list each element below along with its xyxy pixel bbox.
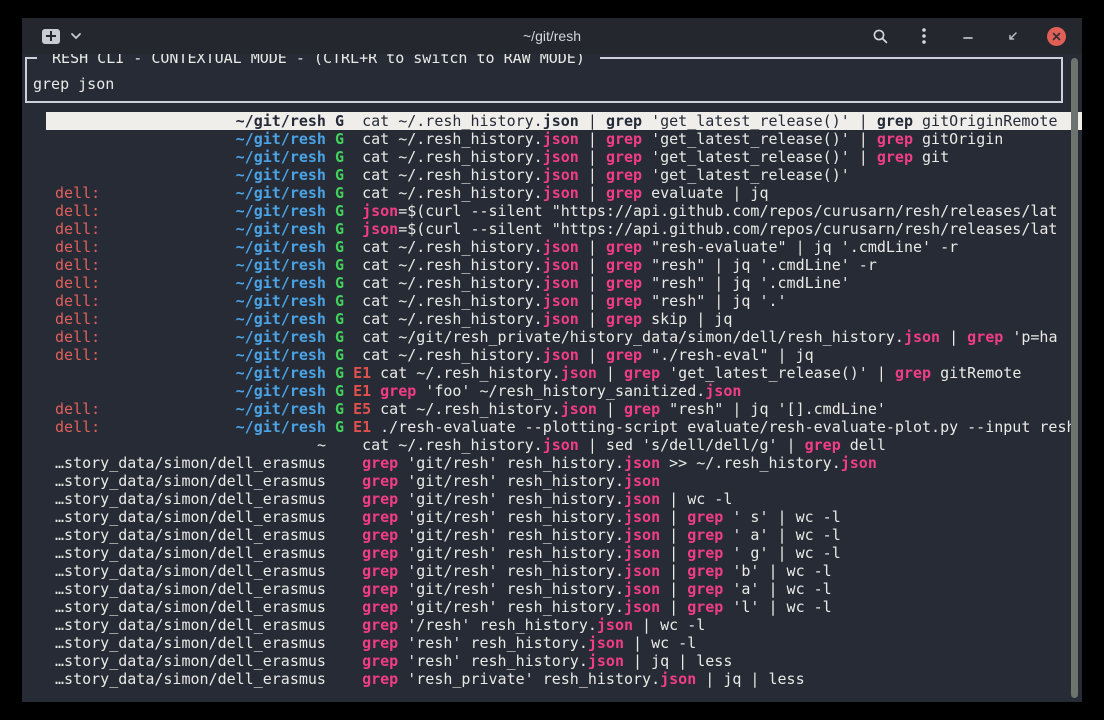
- history-row[interactable]: dell: ~/git/resh G cat ~/.resh_history.j…: [46, 256, 1082, 274]
- search-query-input[interactable]: grep json: [33, 75, 114, 93]
- menu-button[interactable]: [915, 27, 933, 45]
- history-row[interactable]: dell: ~/git/resh G json=$(curl --silent …: [46, 202, 1082, 220]
- search-icon: [872, 28, 889, 45]
- restore-icon: [1006, 30, 1019, 43]
- scrollbar-thumb[interactable]: [1071, 58, 1078, 698]
- kebab-menu-icon: [921, 27, 927, 45]
- history-row[interactable]: …story_data/simon/dell_erasmus grep 'git…: [46, 598, 1082, 616]
- history-row[interactable]: dell: ~/git/resh G E1 ./resh-evaluate --…: [46, 418, 1082, 436]
- history-row[interactable]: ~ cat ~/.resh_history.json | sed 's/dell…: [46, 436, 1082, 454]
- history-row[interactable]: …story_data/simon/dell_erasmus grep 'git…: [46, 544, 1082, 562]
- terminal-window: ~/git/resh: [22, 18, 1082, 702]
- close-button[interactable]: [1047, 27, 1066, 46]
- history-row[interactable]: dell: ~/git/resh G cat ~/.resh_history.j…: [46, 274, 1082, 292]
- history-list: ~/git/resh G cat ~/.resh_history.json | …: [46, 112, 1082, 688]
- screen: ~/git/resh: [0, 0, 1104, 720]
- history-row[interactable]: dell: ~/git/resh G cat ~/.resh_history.j…: [46, 184, 1082, 202]
- history-row[interactable]: ~/git/resh G E1 grep 'foo' ~/resh_histor…: [46, 382, 1082, 400]
- history-row[interactable]: …story_data/simon/dell_erasmus grep 'git…: [46, 454, 1082, 472]
- history-row[interactable]: …story_data/simon/dell_erasmus grep 'res…: [46, 670, 1082, 688]
- history-row[interactable]: …story_data/simon/dell_erasmus grep 'res…: [46, 652, 1082, 670]
- history-row[interactable]: …story_data/simon/dell_erasmus grep '/re…: [46, 616, 1082, 634]
- new-tab-button[interactable]: [42, 29, 60, 44]
- titlebar[interactable]: ~/git/resh: [22, 18, 1082, 55]
- history-row[interactable]: ~/git/resh G cat ~/.resh_history.json | …: [46, 130, 1082, 148]
- history-row[interactable]: dell: ~/git/resh G json=$(curl --silent …: [46, 220, 1082, 238]
- history-row[interactable]: …story_data/simon/dell_erasmus grep 'git…: [46, 508, 1082, 526]
- chevron-down-icon[interactable]: [70, 32, 82, 40]
- history-row[interactable]: …story_data/simon/dell_erasmus grep 'git…: [46, 562, 1082, 580]
- search-prompt-box: RESH CLI - CONTEXTUAL MODE - (CTRL+R to …: [25, 57, 1063, 103]
- history-row[interactable]: dell: ~/git/resh G E5 cat ~/.resh_histor…: [46, 400, 1082, 418]
- terminal-content: RESH CLI - CONTEXTUAL MODE - (CTRL+R to …: [22, 54, 1082, 702]
- history-row[interactable]: …story_data/simon/dell_erasmus grep 'git…: [46, 526, 1082, 544]
- history-row[interactable]: …story_data/simon/dell_erasmus grep 'git…: [46, 580, 1082, 598]
- history-row[interactable]: dell: ~/git/resh G cat ~/.resh_history.j…: [46, 292, 1082, 310]
- history-row[interactable]: …story_data/simon/dell_erasmus grep 'res…: [46, 634, 1082, 652]
- history-row[interactable]: dell: ~/git/resh G cat ~/.resh_history.j…: [46, 238, 1082, 256]
- history-row[interactable]: dell: ~/git/resh G cat ~/.resh_history.j…: [46, 346, 1082, 364]
- history-row[interactable]: ~/git/resh G cat ~/.resh_history.json | …: [46, 112, 1082, 130]
- minimize-icon: [962, 30, 974, 42]
- minimize-button[interactable]: [959, 27, 977, 45]
- history-row[interactable]: …story_data/simon/dell_erasmus grep 'git…: [46, 472, 1082, 490]
- history-row[interactable]: ~/git/resh G cat ~/.resh_history.json | …: [46, 166, 1082, 184]
- prompt-title: RESH CLI - CONTEXTUAL MODE - (CTRL+R to …: [37, 54, 600, 67]
- close-icon: [1052, 32, 1061, 41]
- restore-button[interactable]: [1003, 27, 1021, 45]
- history-row[interactable]: ~/git/resh G E1 cat ~/.resh_history.json…: [46, 364, 1082, 382]
- history-row[interactable]: ~/git/resh G cat ~/.resh_history.json | …: [46, 148, 1082, 166]
- history-row[interactable]: …story_data/simon/dell_erasmus grep 'git…: [46, 490, 1082, 508]
- search-button[interactable]: [871, 27, 889, 45]
- history-row[interactable]: dell: ~/git/resh G cat ~/git/resh_privat…: [46, 328, 1082, 346]
- history-row[interactable]: dell: ~/git/resh G cat ~/.resh_history.j…: [46, 310, 1082, 328]
